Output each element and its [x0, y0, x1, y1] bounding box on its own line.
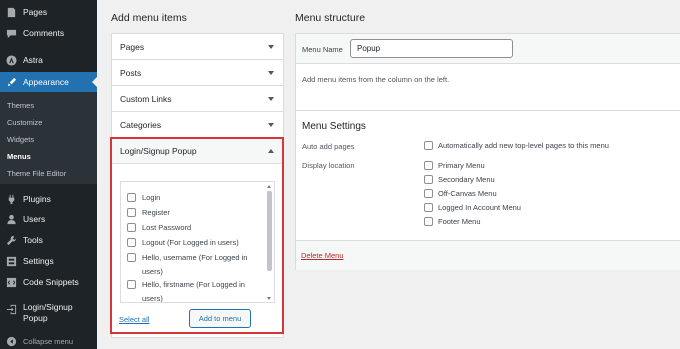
- sidebar-item-label: Astra: [23, 55, 43, 65]
- chevron-down-icon: [268, 97, 274, 101]
- sidebar-item-label: Tools: [23, 235, 43, 245]
- chevron-down-icon: [268, 123, 274, 127]
- sidebar-item-label: Plugins: [23, 194, 51, 204]
- location-primary-menu[interactable]: Primary Menu: [424, 161, 485, 170]
- auto-add-label: Auto add pages: [302, 142, 355, 151]
- settings-icon: [5, 255, 17, 267]
- sidebar-item-users[interactable]: Users: [0, 209, 97, 229]
- sidebar-item-astra[interactable]: Astra: [0, 50, 97, 70]
- comments-icon: [5, 27, 17, 39]
- users-icon: [5, 213, 17, 225]
- admin-sidebar: Pages Comments Astra Appearance Themes C…: [0, 0, 97, 349]
- accordion-custom-links[interactable]: Custom Links: [112, 86, 283, 112]
- submenu-item-menus[interactable]: Menus: [7, 152, 31, 161]
- location-footer-menu[interactable]: Footer Menu: [424, 217, 481, 226]
- menu-structure-panel: Menu Name Add menu items from the column…: [295, 33, 680, 270]
- add-menu-items-heading: Add menu items: [111, 12, 187, 24]
- display-location-label: Display location: [302, 161, 355, 170]
- collapse-menu-label: Collapse menu: [23, 336, 74, 346]
- sidebar-item-label: Users: [23, 214, 46, 224]
- chevron-down-icon: [268, 71, 274, 75]
- submenu-item-customize[interactable]: Customize: [7, 118, 42, 127]
- sidebar-item-label: Appearance: [23, 77, 69, 87]
- sidebar-item-login-signup-popup[interactable]: Login/Signup Popup: [0, 302, 97, 328]
- chevron-down-icon: [268, 45, 274, 49]
- tools-icon: [5, 234, 17, 246]
- sidebar-item-code-snippets[interactable]: Code Snippets: [0, 272, 97, 292]
- submenu-item-theme-file-editor[interactable]: Theme File Editor: [7, 169, 66, 178]
- checkbox[interactable]: [424, 217, 433, 226]
- divider: [296, 110, 680, 111]
- menu-footer-bar: Delete Menu: [296, 240, 680, 270]
- sidebar-item-tools[interactable]: Tools: [0, 230, 97, 250]
- sidebar-item-plugins[interactable]: Plugins: [0, 189, 97, 209]
- menu-name-input[interactable]: [350, 39, 513, 58]
- sidebar-item-label: Comments: [23, 28, 65, 38]
- active-arrow: [92, 77, 97, 87]
- accordion-title: Pages: [120, 42, 145, 52]
- sidebar-item-comments[interactable]: Comments: [0, 23, 97, 43]
- location-logged-in-account-menu[interactable]: Logged In Account Menu: [424, 203, 521, 212]
- accordion-title: Posts: [120, 68, 142, 78]
- sidebar-item-appearance[interactable]: Appearance: [0, 72, 97, 92]
- appearance-icon: [5, 76, 17, 88]
- highlight-box: [110, 137, 284, 334]
- submenu-item-themes[interactable]: Themes: [7, 101, 34, 110]
- accordion-title: Categories: [120, 120, 162, 130]
- pages-icon: [5, 6, 17, 18]
- sidebar-item-pages[interactable]: Pages: [0, 2, 97, 22]
- location-off-canvas-menu[interactable]: Off-Canvas Menu: [424, 189, 497, 198]
- sidebar-item-label: Code Snippets: [23, 277, 79, 287]
- astra-icon: [5, 54, 17, 66]
- sidebar-item-settings[interactable]: Settings: [0, 251, 97, 271]
- location-secondary-menu[interactable]: Secondary Menu: [424, 175, 495, 184]
- checkbox[interactable]: [424, 161, 433, 170]
- sidebar-item-label: Pages: [23, 7, 48, 17]
- accordion-posts[interactable]: Posts: [112, 60, 283, 86]
- menu-help-text: Add menu items from the column on the le…: [302, 75, 450, 84]
- menu-structure-heading: Menu structure: [295, 12, 366, 24]
- accordion-categories[interactable]: Categories: [112, 112, 283, 138]
- menu-settings-title: Menu Settings: [302, 121, 366, 132]
- collapse-icon: [5, 335, 17, 347]
- accordion-title: Custom Links: [120, 94, 172, 104]
- collapse-menu-button[interactable]: Collapse menu: [0, 333, 97, 349]
- appearance-submenu: Themes Customize Widgets Menus Theme Fil…: [0, 92, 97, 184]
- checkbox[interactable]: [424, 203, 433, 212]
- login-signup-icon: [5, 303, 17, 315]
- sidebar-item-label: Settings: [23, 256, 54, 266]
- sidebar-item-label: Login/Signup: [23, 302, 73, 312]
- menu-name-bar: Menu Name: [296, 34, 680, 64]
- code-snippets-icon: [5, 276, 17, 288]
- submenu-item-widgets[interactable]: Widgets: [7, 135, 34, 144]
- accordion-pages[interactable]: Pages: [112, 34, 283, 60]
- menu-name-label: Menu Name: [302, 45, 343, 54]
- checkbox[interactable]: [424, 189, 433, 198]
- checkbox[interactable]: [424, 141, 433, 150]
- auto-add-option[interactable]: Automatically add new top-level pages to…: [424, 141, 609, 150]
- checkbox[interactable]: [424, 175, 433, 184]
- sidebar-item-label-line2: Popup: [23, 313, 48, 323]
- delete-menu-link[interactable]: Delete Menu: [301, 251, 344, 260]
- plugins-icon: [5, 193, 17, 205]
